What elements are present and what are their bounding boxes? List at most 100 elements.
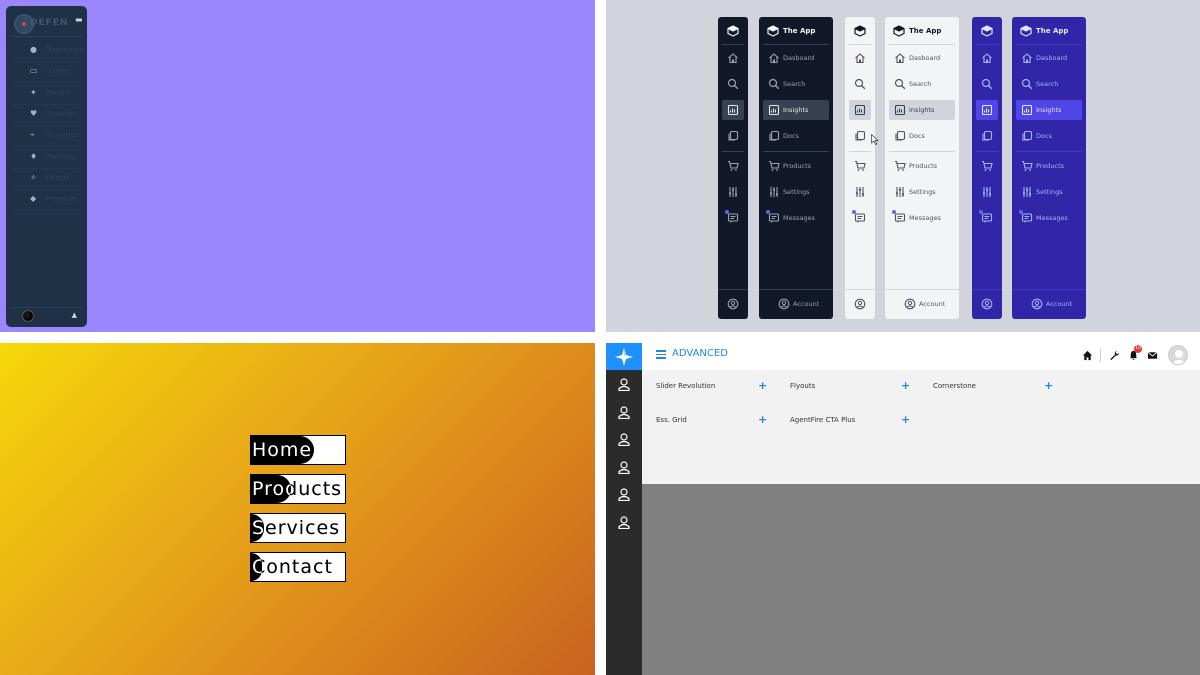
sidebar-logo[interactable]: DEFEN [14, 14, 74, 38]
hamburger-icon[interactable] [656, 350, 666, 359]
account-button[interactable] [727, 298, 739, 310]
sidebar-user[interactable]: ▲ [12, 307, 81, 323]
user-icon[interactable] [618, 433, 630, 446]
account-icon [854, 298, 866, 310]
caret-up-icon[interactable]: ▲ [72, 311, 77, 319]
sidebar-dark-expanded: The App Dasboard Search Insights Docs Product… [759, 17, 833, 319]
nav-icon-wrap [1021, 160, 1033, 172]
sidebar-item[interactable]: ✧ Effects [12, 169, 81, 190]
nav-icon-wrap [981, 78, 993, 90]
nav-icon-wrap [894, 130, 906, 142]
divider [722, 44, 744, 45]
home-icon[interactable] [1082, 350, 1093, 361]
nav-icon-wrap [894, 212, 906, 224]
menu-item-label: Products [252, 478, 343, 500]
nav-label: Settings [1036, 188, 1063, 196]
nav-icon-wrap [894, 104, 906, 116]
account-icon [981, 298, 993, 310]
sidebar-item[interactable]: ▭ Gallery [12, 62, 81, 84]
account-button[interactable] [904, 298, 916, 310]
home-icon [1022, 53, 1032, 64]
app-logo[interactable] [854, 25, 866, 37]
docs-icon [1022, 130, 1033, 141]
nav-icon-wrap [727, 130, 739, 142]
add-option-button[interactable]: + [901, 414, 910, 425]
menu-item-services[interactable]: Services [250, 513, 346, 543]
option-label: Flyouts [790, 382, 816, 390]
nav-icon-wrap [981, 160, 993, 172]
divider [12, 36, 81, 37]
add-option-button[interactable]: + [1044, 380, 1053, 391]
menu-item-products[interactable]: Products [250, 474, 346, 504]
app-logo[interactable] [767, 25, 779, 37]
search-icon [727, 78, 739, 90]
wrench-icon[interactable] [1109, 350, 1120, 361]
nav-icon-wrap [727, 52, 739, 64]
divider [718, 289, 748, 290]
nav-icon-wrap [981, 52, 993, 64]
collapse-icon[interactable]: ▬ [75, 16, 83, 24]
account-button[interactable] [1031, 298, 1043, 310]
account-button[interactable] [981, 298, 993, 310]
nav-icon-wrap [768, 52, 780, 64]
sidebar-item[interactable]: ✦ Pinned [12, 84, 81, 105]
insights-icon [854, 104, 866, 116]
admin-logo[interactable] [606, 343, 642, 370]
star-logo-icon [615, 348, 633, 366]
nav-label: Search [909, 80, 932, 88]
divider [763, 44, 829, 45]
nav-label: Messages [909, 214, 941, 222]
user-icon[interactable] [618, 460, 630, 474]
insights-icon [981, 104, 993, 116]
add-option-button[interactable]: + [901, 380, 910, 391]
account-label: Account [1046, 300, 1073, 308]
nav-label: Messages [1036, 214, 1068, 222]
account-button[interactable] [778, 298, 790, 310]
cursor-dot-icon [22, 22, 26, 26]
sidebar-item[interactable]: ♦ Trending [12, 148, 81, 169]
divider [1100, 349, 1101, 362]
app-logo[interactable] [1020, 25, 1032, 37]
nav-icon-wrap [981, 104, 993, 116]
quadrant-hover-menu: Home Products Services Contact [0, 343, 595, 675]
user-icon[interactable] [618, 515, 630, 529]
nav-label: Docs [1036, 132, 1052, 140]
settings-icon [983, 187, 991, 197]
add-option-button[interactable]: + [758, 414, 767, 425]
divider [722, 151, 744, 152]
mail-icon[interactable] [1147, 350, 1158, 361]
user-icon[interactable] [618, 405, 630, 419]
heart-icon: ♥ [30, 108, 38, 118]
nav-icon-wrap [727, 78, 739, 90]
option-label: AgentFire CTA Plus [790, 416, 856, 424]
add-option-button[interactable]: + [758, 380, 767, 391]
menu-item-home[interactable]: Home [250, 435, 346, 465]
divider [976, 151, 998, 152]
user-icon[interactable] [618, 378, 630, 391]
sidebar-item[interactable]: ♥ Favorites [12, 105, 81, 126]
nav-icon-wrap [727, 212, 739, 224]
app-logo[interactable] [981, 25, 993, 37]
nav-icon-wrap [1021, 212, 1033, 224]
unread-dot [1019, 210, 1023, 214]
quadrant-sidebar-variants: The App Dasboard Search Insights Docs Product… [606, 0, 1200, 332]
sidebar-indigo-collapsed [972, 17, 1002, 319]
avatar[interactable] [1168, 345, 1188, 365]
sidebar-item[interactable]: ◆ Premium [12, 190, 81, 212]
divider [972, 289, 1002, 290]
cart-icon [895, 160, 906, 171]
app-logo[interactable] [893, 25, 905, 37]
insights-icon [727, 104, 739, 116]
sidebar-item[interactable]: ● Dashboard [12, 41, 84, 62]
sidebar-item[interactable]: ⌁ Analytics [12, 126, 81, 148]
magic-icon: ✧ [30, 172, 37, 182]
insights-icon [1021, 104, 1033, 116]
nav-label: Products [909, 162, 938, 170]
sidebar-light-collapsed [845, 17, 875, 319]
account-button[interactable] [854, 298, 866, 310]
messages-icon [981, 213, 993, 223]
menu-item-contact[interactable]: Contact [250, 552, 346, 582]
user-icon[interactable] [618, 488, 630, 501]
admin-topbar: ADVANCED 10 [606, 343, 1200, 370]
app-logo[interactable] [727, 25, 739, 37]
